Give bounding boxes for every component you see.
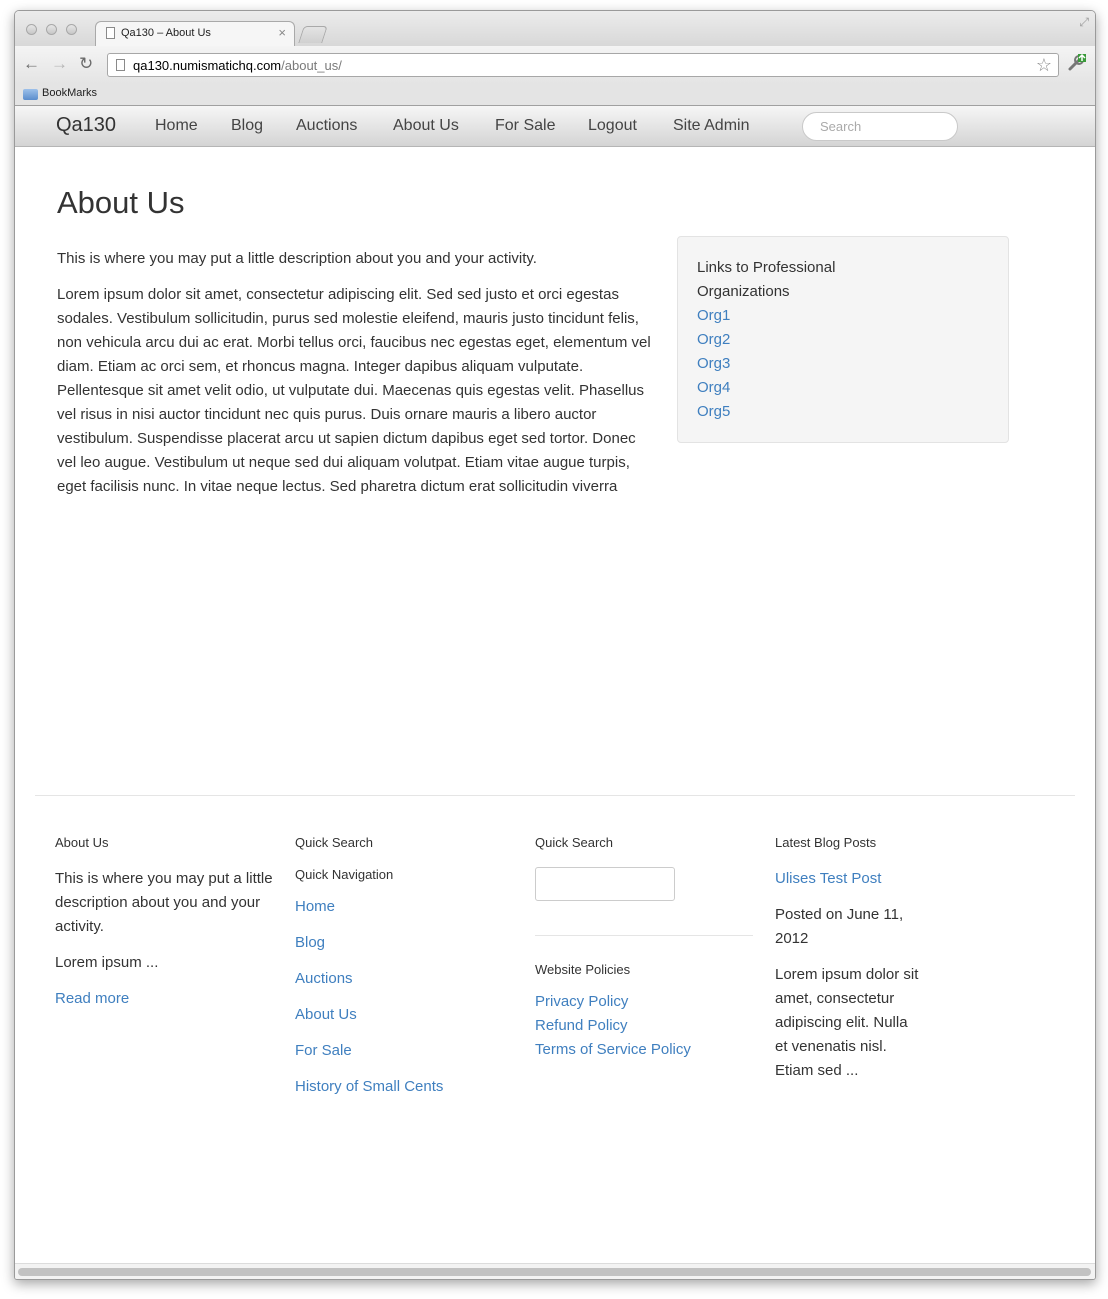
body-text: Lorem ipsum dolor sit amet, consectetur … [57, 286, 651, 495]
url-host: qa130.numismatichq.com [133, 58, 282, 73]
close-window-button[interactable] [26, 24, 37, 35]
blog-post-link[interactable]: Ulises Test Post [775, 867, 921, 891]
browser-tab[interactable]: Qa130 – About Us × [95, 21, 295, 47]
scrollbar-thumb[interactable] [18, 1268, 1091, 1276]
bookmarks-bar: BookMarks [15, 84, 1095, 106]
org-link-4[interactable]: Org4 [697, 376, 989, 400]
footer-search-heading: Quick Search [535, 835, 614, 850]
footer-nav-for-sale[interactable]: For Sale [295, 1039, 515, 1063]
footer-blog-heading: Latest Blog Posts [775, 835, 877, 850]
blog-post-date: Posted on June 11, 2012 [775, 906, 904, 947]
footer-nav-auctions[interactable]: Auctions [295, 967, 515, 991]
nav-about-us[interactable]: About Us [393, 117, 459, 135]
browser-toolbar: ← → ↻ qa130.numismatichq.com/about_us/ ☆ [15, 46, 1095, 84]
footer-divider [35, 795, 1075, 796]
sidebar-title: Links to Professional Organizations [697, 259, 836, 300]
page-title: About Us [57, 185, 185, 220]
fullscreen-icon[interactable]: ⤢ [1079, 15, 1089, 30]
footer-search-column: Quick Search Website Policies Privacy Po… [535, 833, 755, 1062]
org-link-3[interactable]: Org3 [697, 352, 989, 376]
address-bar[interactable]: qa130.numismatichq.com/about_us/ ☆ [107, 53, 1059, 77]
page-icon [106, 27, 115, 39]
footer-nav-heading: Quick Search [295, 835, 374, 850]
org-link-2[interactable]: Org2 [697, 328, 989, 352]
footer-about-column: About Us This is where you may put a lit… [55, 833, 275, 1011]
page-icon [116, 59, 125, 71]
site-brand[interactable]: Qa130 [56, 114, 116, 137]
url-text[interactable]: qa130.numismatichq.com/about_us/ [133, 58, 342, 73]
tab-title: Qa130 – About Us [121, 27, 211, 39]
refund-policy-link[interactable]: Refund Policy [535, 1014, 755, 1038]
org-link-5[interactable]: Org5 [697, 400, 989, 424]
footer-nav-history[interactable]: History of Small Cents [295, 1075, 515, 1099]
footer-about-excerpt: Lorem ipsum ... [55, 954, 159, 971]
tab-close-icon[interactable]: × [278, 25, 286, 40]
forward-icon[interactable]: → [51, 54, 68, 74]
footer-about-heading: About Us [55, 835, 109, 850]
intro-text: This is where you may put a little descr… [57, 250, 537, 267]
minimize-window-button[interactable] [46, 24, 57, 35]
nav-home[interactable]: Home [155, 117, 198, 135]
back-icon[interactable]: ← [23, 54, 40, 74]
footer-blog-column: Latest Blog Posts Ulises Test Post Poste… [775, 833, 921, 1083]
url-path: /about_us/ [281, 58, 342, 73]
nav-auctions[interactable]: Auctions [296, 117, 357, 135]
footer-nav-subheading: Quick Navigation [295, 867, 394, 882]
footer-nav-about-us[interactable]: About Us [295, 1003, 515, 1027]
browser-window: Qa130 – About Us × ⤢ ← → ↻ qa130.numisma… [14, 10, 1096, 1280]
nav-site-admin[interactable]: Site Admin [673, 117, 749, 135]
read-more-link[interactable]: Read more [55, 987, 275, 1011]
bookmark-star-icon[interactable]: ☆ [1036, 55, 1052, 76]
terms-of-service-link[interactable]: Terms of Service Policy [535, 1038, 755, 1062]
search-input[interactable] [802, 112, 958, 141]
footer-nav-column: Quick Search Quick Navigation Home Blog … [295, 833, 515, 1099]
folder-icon [23, 89, 38, 100]
nav-logout[interactable]: Logout [588, 117, 637, 135]
new-tab-button[interactable] [298, 26, 328, 43]
org-link-1[interactable]: Org1 [697, 304, 989, 328]
horizontal-scrollbar[interactable] [15, 1263, 1095, 1279]
footer-nav-blog[interactable]: Blog [295, 931, 515, 955]
site-navbar: Qa130 Home Blog Auctions About Us For Sa… [15, 106, 1095, 147]
reload-icon[interactable]: ↻ [79, 54, 93, 74]
quick-search-input[interactable] [535, 867, 675, 901]
footer-about-text: This is where you may put a little descr… [55, 870, 273, 935]
privacy-policy-link[interactable]: Privacy Policy [535, 990, 755, 1014]
wrench-icon[interactable] [1067, 53, 1087, 73]
footer-nav-home[interactable]: Home [295, 895, 515, 919]
title-bar: Qa130 – About Us × ⤢ [15, 11, 1095, 47]
zoom-window-button[interactable] [66, 24, 77, 35]
bookmark-folder[interactable]: BookMarks [42, 87, 97, 99]
blog-post-excerpt: Lorem ipsum dolor sit amet, consectetur … [775, 966, 919, 1079]
nav-blog[interactable]: Blog [231, 117, 263, 135]
nav-for-sale[interactable]: For Sale [495, 117, 555, 135]
sidebar-well: Links to Professional Organizations Org1… [677, 236, 1009, 443]
footer-column-divider [535, 935, 753, 936]
policies-heading: Website Policies [535, 962, 631, 977]
